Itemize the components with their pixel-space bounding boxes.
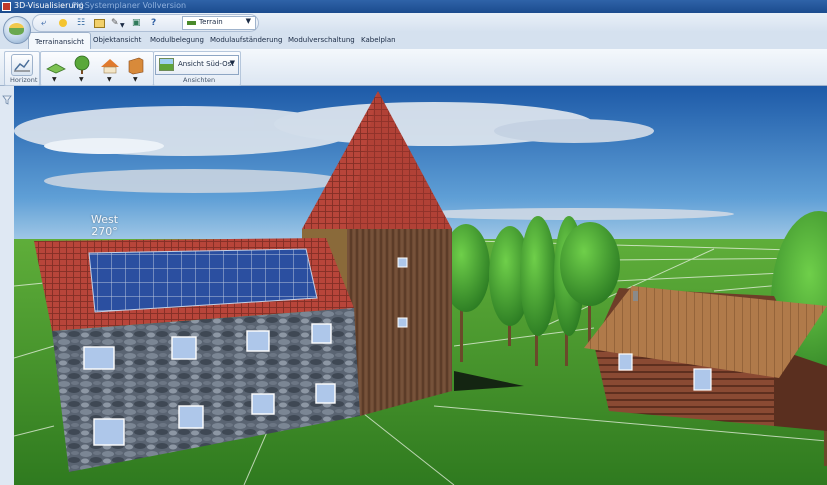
filter-funnel-icon[interactable] bbox=[2, 95, 12, 105]
horizon-chart-icon bbox=[14, 59, 30, 72]
view-select[interactable]: Ansicht Süd-Ost ▼ bbox=[155, 55, 239, 75]
terrain-plane-icon bbox=[46, 63, 66, 74]
brush-icon[interactable]: ✎ bbox=[111, 19, 119, 28]
house-dropdown[interactable]: ▼ bbox=[107, 76, 112, 83]
tab-modulaufstaenderung[interactable]: Modulaufständerung bbox=[210, 36, 282, 44]
view-select-value: Ansicht Süd-Ost bbox=[178, 60, 235, 68]
back-arrow-icon[interactable]: ⤶ bbox=[41, 19, 46, 28]
hierarchy-icon[interactable]: ☷ bbox=[77, 19, 85, 28]
wall-dropdown[interactable]: ▼ bbox=[133, 76, 138, 83]
title-bar: 3D-Visualisierung PV-Systemplaner Vollve… bbox=[0, 0, 827, 13]
chevron-down-icon: ▼ bbox=[245, 17, 251, 25]
brush-dropdown-icon[interactable]: ▼ bbox=[120, 21, 125, 30]
terrain-combo-value: Terrain bbox=[199, 18, 223, 26]
wall-button[interactable] bbox=[125, 55, 145, 75]
compass-readout: West 270° bbox=[91, 214, 118, 238]
window-icon[interactable] bbox=[94, 19, 105, 28]
app-logo-icon bbox=[9, 23, 24, 35]
ribbon-tabs: Terrainansicht Objektansicht Modulbelegu… bbox=[0, 32, 827, 50]
application-menu-button[interactable] bbox=[3, 16, 31, 44]
3d-viewport[interactable] bbox=[14, 86, 827, 485]
tab-objektansicht[interactable]: Objektansicht bbox=[93, 36, 141, 44]
camera-icon[interactable]: ▣ bbox=[132, 19, 141, 28]
side-panel-strip bbox=[0, 86, 15, 485]
app-icon bbox=[2, 2, 11, 11]
horizont-button[interactable] bbox=[11, 54, 33, 76]
chevron-down-icon: ▼ bbox=[229, 59, 235, 67]
tree-dropdown[interactable]: ▼ bbox=[79, 76, 84, 83]
horizont-label: Horizont bbox=[10, 76, 38, 84]
tab-modulverschaltung[interactable]: Modulverschaltung bbox=[288, 36, 355, 44]
landscape-view-icon bbox=[159, 58, 174, 71]
tab-kabelplan[interactable]: Kabelplan bbox=[361, 36, 396, 44]
tab-terrainansicht[interactable]: Terrainansicht bbox=[28, 32, 92, 49]
horizont-group: Horizont bbox=[4, 51, 40, 86]
terrain-plane-dropdown[interactable]: ▼ bbox=[52, 76, 57, 83]
terrain-swatch-icon bbox=[187, 21, 196, 25]
terrain-plane-button[interactable] bbox=[45, 55, 66, 75]
tree-button[interactable] bbox=[71, 55, 91, 75]
wall-icon bbox=[128, 57, 144, 75]
terrain-combo[interactable]: Terrain ▼ bbox=[182, 16, 256, 30]
house-button[interactable] bbox=[99, 55, 119, 75]
terrain-tools-group: ▼ ▼ ▼ ▼ bbox=[40, 51, 154, 86]
window-subtitle: PV-Systemplaner Vollversion bbox=[72, 1, 187, 10]
compass-angle: 270° bbox=[91, 225, 118, 238]
log-cabin bbox=[584, 286, 827, 431]
tab-modulbelegung[interactable]: Modulbelegung bbox=[150, 36, 204, 44]
help-icon[interactable]: ? bbox=[151, 19, 156, 28]
ansichten-label: Ansichten bbox=[183, 76, 216, 84]
house-roof-icon bbox=[101, 59, 119, 74]
tree-icon bbox=[74, 55, 90, 74]
bulb-icon[interactable] bbox=[59, 19, 67, 27]
